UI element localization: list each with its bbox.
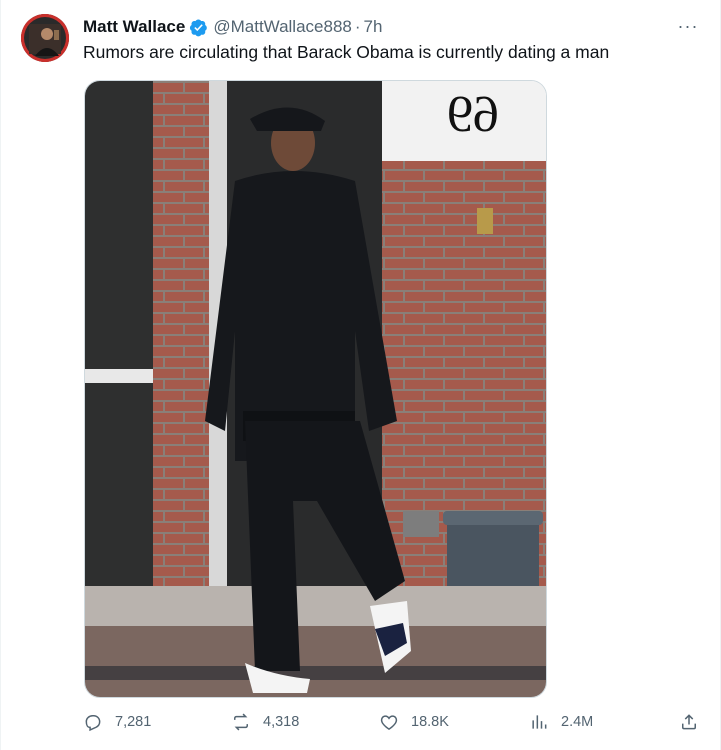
- more-icon[interactable]: ···: [676, 14, 700, 38]
- verified-badge-icon: [190, 18, 208, 36]
- photo-illustration: [85, 81, 546, 697]
- tweet-photo[interactable]: 69: [84, 80, 547, 698]
- separator-dot: ·: [354, 17, 361, 36]
- repost-count: 4,318: [263, 714, 300, 730]
- tweet-timestamp[interactable]: 7h: [364, 17, 383, 37]
- tweet[interactable]: Matt Wallace @MattWallace888 · 7h ··· Ru…: [0, 0, 721, 750]
- share-icon: [682, 714, 696, 730]
- like-button[interactable]: 18.8K: [379, 702, 449, 742]
- views-icon: [532, 715, 547, 729]
- action-bar: 7,281 4,318 18.8K 2.4M: [83, 702, 703, 742]
- avatar[interactable]: [21, 14, 69, 62]
- repost-button[interactable]: 4,318: [231, 702, 299, 742]
- more-label: ···: [677, 15, 699, 36]
- tweet-header: Matt Wallace @MattWallace888 · 7h: [83, 16, 680, 38]
- sign-number: 69: [447, 86, 499, 143]
- repost-icon: [234, 713, 248, 731]
- heart-icon: [380, 715, 398, 730]
- views-button[interactable]: 2.4M: [529, 702, 593, 742]
- reply-button[interactable]: 7,281: [83, 702, 151, 742]
- like-count: 18.8K: [411, 714, 449, 730]
- views-count: 2.4M: [561, 714, 594, 730]
- author-name[interactable]: Matt Wallace: [83, 17, 185, 37]
- tweet-text: Rumors are circulating that Barack Obama…: [83, 42, 610, 62]
- author-handle[interactable]: @MattWallace888: [213, 17, 352, 37]
- reply-icon: [85, 715, 101, 732]
- avatar-image: [21, 14, 69, 62]
- share-button[interactable]: [679, 702, 699, 742]
- reply-count: 7,281: [115, 714, 152, 730]
